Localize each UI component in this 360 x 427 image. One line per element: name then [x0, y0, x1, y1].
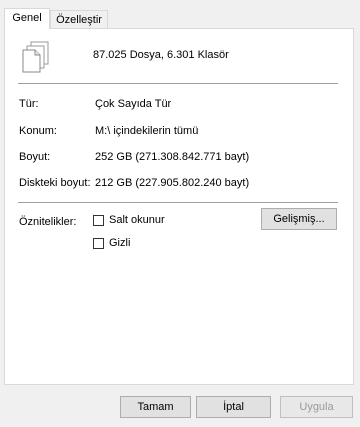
general-tab-panel: 87.025 Dosya, 6.301 Klasör Tür: Çok Sayı… [4, 28, 354, 385]
cancel-button[interactable]: İptal [196, 396, 271, 418]
size-value: 252 GB (271.308.842.771 bayt) [95, 151, 250, 163]
selection-summary: 87.025 Dosya, 6.301 Klasör [93, 49, 229, 61]
location-value: M:\ içindekilerin tümü [95, 125, 199, 137]
size-label: Boyut: [19, 151, 51, 163]
disk-size-value: 212 GB (227.905.802.240 bayt) [95, 177, 250, 189]
hidden-checkbox[interactable]: Gizli [93, 237, 130, 249]
type-label: Tür: [19, 98, 39, 110]
location-label: Konum: [19, 125, 57, 137]
hidden-label: Gizli [109, 237, 131, 249]
divider [18, 83, 338, 84]
tab-customize[interactable]: Özelleştir [50, 10, 108, 28]
tab-general[interactable]: Genel [4, 8, 50, 29]
readonly-checkbox[interactable]: Salt okunur [93, 214, 165, 226]
apply-button[interactable]: Uygula [280, 396, 353, 418]
disk-size-label: Diskteki boyut: [19, 177, 91, 189]
advanced-button[interactable]: Gelişmiş... [261, 208, 337, 230]
type-value: Çok Sayıda Tür [95, 98, 172, 110]
multiple-files-icon [22, 41, 49, 73]
checkbox-box[interactable] [93, 237, 104, 249]
readonly-label: Salt okunur [109, 214, 165, 226]
ok-button[interactable]: Tamam [120, 396, 191, 418]
divider [18, 202, 338, 203]
checkbox-box[interactable] [93, 214, 104, 226]
attributes-label: Öznitelikler: [19, 216, 77, 228]
